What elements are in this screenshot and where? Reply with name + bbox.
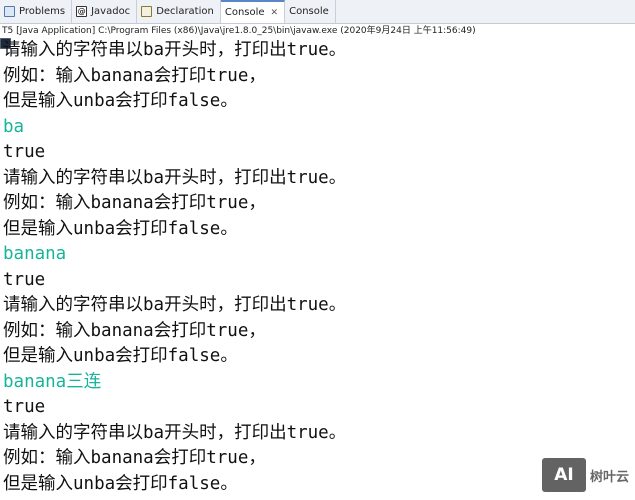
console-line: 请输入的字符串以ba开头时，打印出true。 (3, 40, 347, 60)
console-line: true (3, 397, 46, 417)
tab-label: Problems (19, 6, 66, 17)
view-tab-bar: Problems @ Javadoc Declaration Console ✕… (0, 0, 635, 49)
tab-console-active[interactable]: Console ✕ (0, 0, 286, 49)
tab-label: Declaration (156, 6, 214, 17)
console-line: 例如：输入banana会打印true， (3, 320, 266, 341)
console-line: 例如：输入banana会打印true， (3, 193, 266, 213)
watermark-text: 树叶云 (589, 469, 629, 485)
console-line: 请输入的字符串以ba开头时，打印出true。 (3, 422, 347, 443)
console-line: 但是输入unba会打印false。 (3, 346, 238, 366)
tab-declaration[interactable]: Declaration (137, 0, 221, 23)
console-input-line: banana三连 (3, 371, 102, 392)
console-line: 但是输入unba会打印false。 (3, 473, 238, 494)
console-line: 例如：输入banana会打印true， (3, 65, 266, 86)
tab-label: Console (289, 6, 329, 17)
console-line: 例如：输入banana会打印true， (3, 448, 266, 468)
watermark-logo: AI (541, 458, 586, 492)
declaration-icon (141, 6, 153, 17)
tab-problems[interactable]: Problems (0, 0, 73, 23)
tab-console-2[interactable]: Console (0, 0, 336, 49)
console-line: 请输入的字符串以ba开头时，打印出true。 (3, 295, 347, 315)
console-input-line: banana (3, 244, 67, 264)
console-output[interactable]: 请输入的字符串以ba开头时，打印出true。 例如：输入banana会打印tru… (0, 38, 635, 500)
console-line: true (3, 142, 46, 162)
problems-icon (4, 6, 15, 17)
watermark: AI 树叶云 (541, 458, 629, 492)
javadoc-icon: @ (76, 6, 88, 17)
process-status-line: T5 [Java Application] C:\Program Files (… (2, 26, 476, 36)
console-line: 但是输入unba会打印false。 (3, 218, 238, 239)
console-line: 但是输入unba会打印false。 (3, 91, 238, 111)
close-icon[interactable]: ✕ (271, 8, 279, 18)
tab-javadoc[interactable]: @ Javadoc (72, 0, 138, 23)
tab-label: Javadoc (91, 6, 131, 17)
console-line: true (3, 269, 46, 290)
console-line: 请输入的字符串以ba开头时，打印出true。 (3, 167, 347, 188)
console-input-line: ba (3, 116, 25, 137)
tab-label: Console (224, 7, 265, 18)
